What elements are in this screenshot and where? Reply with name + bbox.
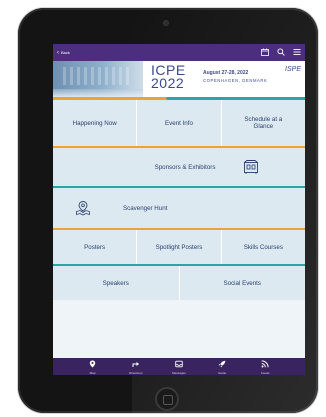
tab-label: Feeds bbox=[261, 371, 270, 375]
tab-directions[interactable]: Directions bbox=[122, 360, 150, 375]
tile-label: Posters bbox=[84, 243, 106, 251]
tile-posters[interactable]: Posters bbox=[53, 230, 136, 264]
tile-label: Sponsors & Exhibitors bbox=[154, 163, 216, 171]
menu-icon[interactable] bbox=[293, 48, 301, 58]
tile-happening-now[interactable]: Happening Now bbox=[53, 100, 136, 146]
bottom-tab-bar: Map Directions Messages Guide Feeds bbox=[53, 358, 305, 375]
app-screen: ‹ Back ICPE 2022 August 27-28, 2022 COPE… bbox=[53, 44, 305, 375]
tab-map[interactable]: Map bbox=[79, 360, 107, 375]
treasure-map-icon bbox=[75, 200, 91, 216]
tab-guide[interactable]: Guide bbox=[208, 360, 236, 375]
back-button[interactable]: ‹ Back bbox=[57, 50, 70, 56]
tile-label: Schedule at a Glance bbox=[244, 116, 283, 130]
tile-label: Event Info bbox=[165, 119, 193, 127]
calendar-icon[interactable] bbox=[261, 48, 269, 58]
society-logo: ISPE bbox=[285, 66, 301, 73]
back-label: Back bbox=[61, 50, 70, 55]
tab-label: Map bbox=[89, 371, 96, 375]
directions-icon bbox=[132, 360, 140, 371]
menu-row: Scavenger Hunt bbox=[53, 188, 305, 230]
tile-label: Spotlight Posters bbox=[155, 243, 203, 251]
camera-icon bbox=[163, 20, 169, 26]
tile-label: Happening Now bbox=[72, 119, 117, 127]
tile-label: Scavenger Hunt bbox=[123, 204, 168, 212]
banner-title-line2: 2022 bbox=[151, 75, 185, 91]
tile-label: Skills Courses bbox=[243, 243, 283, 251]
tile-speakers[interactable]: Speakers bbox=[53, 266, 179, 300]
map-pin-icon bbox=[89, 360, 96, 371]
rss-icon bbox=[261, 360, 269, 371]
tab-label: Messages bbox=[172, 371, 186, 375]
tile-event-info[interactable]: Event Info bbox=[136, 100, 220, 146]
banner-title: ICPE 2022 bbox=[151, 63, 186, 91]
chevron-left-icon: ‹ bbox=[57, 49, 59, 56]
tab-label: Directions bbox=[129, 371, 143, 375]
menu-grid: Happening Now Event Info Schedule at a G… bbox=[53, 100, 305, 300]
tab-messages[interactable]: Messages bbox=[165, 360, 193, 375]
tile-scavenger-hunt[interactable]: Scavenger Hunt bbox=[53, 188, 305, 228]
event-banner: ICPE 2022 August 27-28, 2022 COPENHAGEN,… bbox=[53, 61, 305, 97]
menu-row: Speakers Social Events bbox=[53, 266, 305, 300]
tile-spotlight-posters[interactable]: Spotlight Posters bbox=[136, 230, 220, 264]
rocket-icon bbox=[218, 360, 226, 371]
home-button[interactable] bbox=[155, 387, 179, 411]
nav-bar: ‹ Back bbox=[53, 44, 305, 61]
tile-label: Social Events bbox=[223, 279, 262, 287]
menu-row: Sponsors & Exhibitors bbox=[53, 148, 305, 188]
tile-skills-courses[interactable]: Skills Courses bbox=[220, 230, 305, 264]
inbox-icon bbox=[175, 360, 183, 371]
banner-location: COPENHAGEN, DENMARK bbox=[203, 78, 268, 83]
banner-dates: August 27-28, 2022 bbox=[203, 70, 249, 76]
search-icon[interactable] bbox=[277, 47, 285, 58]
tile-social-events[interactable]: Social Events bbox=[178, 266, 306, 300]
menu-row: Happening Now Event Info Schedule at a G… bbox=[53, 100, 305, 148]
tab-label: Guide bbox=[218, 371, 227, 375]
tile-sponsors-exhibitors[interactable]: Sponsors & Exhibitors bbox=[53, 148, 305, 186]
tab-feeds[interactable]: Feeds bbox=[251, 360, 279, 375]
tile-label: Speakers bbox=[102, 279, 129, 287]
venue-photo bbox=[53, 61, 143, 97]
tile-schedule[interactable]: Schedule at a Glance bbox=[220, 100, 305, 146]
booth-icon bbox=[243, 159, 259, 175]
nav-actions bbox=[261, 47, 301, 58]
menu-row: Posters Spotlight Posters Skills Courses bbox=[53, 230, 305, 266]
